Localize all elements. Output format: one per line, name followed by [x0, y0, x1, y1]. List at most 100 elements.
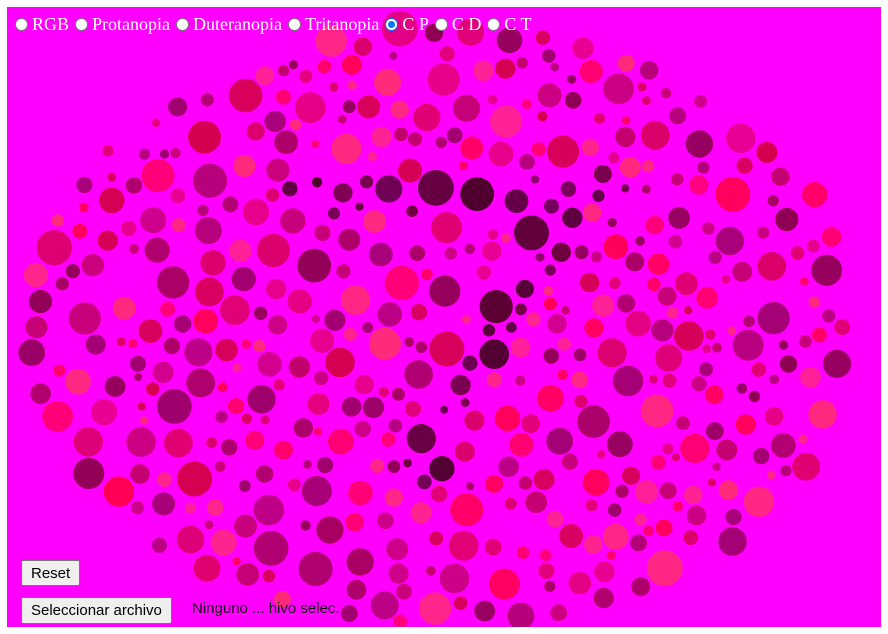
- plate-dot: [256, 233, 290, 267]
- plate-dot: [125, 177, 143, 194]
- figure-dot: [327, 207, 341, 220]
- plate-dot: [130, 501, 145, 515]
- plate-dot: [567, 74, 577, 84]
- plate-dot: [81, 254, 105, 277]
- plate-dot: [771, 433, 796, 458]
- plate-dot: [448, 530, 479, 561]
- image-canvas[interactable]: RGB Protanopia Duteranopia Tritanopia C P C D…: [7, 7, 881, 627]
- plate-dot: [802, 181, 828, 208]
- plate-dot: [310, 328, 335, 353]
- plate-dot: [317, 59, 332, 74]
- mode-option-c-d[interactable]: C D: [434, 14, 481, 34]
- mode-option-c-p[interactable]: C P: [385, 14, 429, 34]
- plate-dot: [311, 140, 320, 149]
- plate-dot: [345, 512, 365, 532]
- plate-dot: [340, 605, 358, 622]
- mode-option-protanopia[interactable]: Protanopia: [75, 14, 170, 34]
- plate-dot: [811, 327, 827, 343]
- radio-button[interactable]: [487, 17, 501, 31]
- figure-dot: [621, 184, 630, 193]
- plate-dot: [715, 177, 751, 212]
- plate-dot: [311, 314, 320, 323]
- mode-option-c-t[interactable]: C T: [487, 14, 532, 34]
- plate-dot: [557, 337, 571, 351]
- plate-dot: [823, 349, 852, 378]
- plate-dot: [53, 364, 66, 377]
- radio-button[interactable]: [385, 17, 399, 31]
- plate-dot: [194, 217, 222, 245]
- plate-dot: [645, 216, 664, 235]
- plate-dot: [140, 207, 167, 234]
- plate-dot: [696, 286, 718, 309]
- plate-dot: [811, 254, 843, 286]
- plate-dot: [99, 187, 125, 214]
- plate-dot: [526, 312, 541, 327]
- mode-option-label: Tritanopia: [304, 14, 380, 34]
- radio-button[interactable]: [15, 17, 28, 31]
- plate-dot: [518, 476, 533, 490]
- plate-dot: [220, 295, 250, 325]
- plate-dot: [246, 122, 265, 141]
- plate-dot: [699, 362, 713, 377]
- mode-option-rgb[interactable]: RGB: [15, 14, 69, 34]
- plate-dot: [55, 277, 69, 291]
- figure-dot: [355, 202, 364, 211]
- reset-button[interactable]: Reset: [21, 560, 81, 586]
- plate-dot: [76, 176, 93, 194]
- plate-dot: [227, 398, 245, 415]
- plate-dot: [112, 296, 136, 320]
- mode-option-label: RGB: [32, 14, 70, 34]
- plate-dot: [341, 397, 362, 417]
- plate-dot: [134, 373, 143, 381]
- plate-dot: [200, 93, 214, 107]
- figure-dot: [562, 207, 583, 228]
- file-select-button[interactable]: Seleccionar archivo: [21, 597, 172, 624]
- plate-dot: [301, 476, 332, 507]
- plate-dot: [799, 335, 812, 348]
- plate-dot: [488, 568, 520, 600]
- plate-dot: [634, 480, 659, 504]
- plate-dot: [164, 428, 193, 458]
- radio-button[interactable]: [434, 17, 448, 31]
- plate-dot: [156, 266, 190, 299]
- radio-button[interactable]: [287, 17, 301, 31]
- plate-dot: [253, 530, 289, 566]
- plate-dot: [274, 440, 293, 460]
- plate-dot: [388, 563, 409, 584]
- plate-dot: [736, 383, 748, 394]
- mode-option-label: Duteranopia: [193, 14, 282, 34]
- plate-dot: [73, 427, 104, 457]
- plate-dot: [317, 457, 334, 474]
- plate-dot: [228, 239, 252, 263]
- plate-dot: [241, 339, 252, 349]
- plate-dot: [421, 268, 433, 281]
- plate-dot: [574, 245, 589, 260]
- radio-button[interactable]: [75, 17, 89, 31]
- plate-dot: [276, 89, 291, 105]
- radio-button[interactable]: [176, 17, 190, 31]
- plate-dot: [367, 151, 377, 162]
- plate-dot: [705, 422, 724, 441]
- mode-option-duteranopia[interactable]: Duteranopia: [176, 14, 282, 34]
- plate-dot: [255, 66, 275, 86]
- mode-option-tritanopia[interactable]: Tritanopia: [287, 14, 380, 34]
- plate-dot: [426, 565, 436, 576]
- plate-dot: [368, 327, 401, 360]
- plate-dot: [697, 161, 710, 174]
- figure-dot: [403, 458, 412, 468]
- plate-dot: [316, 516, 344, 544]
- plate-dot: [672, 501, 683, 512]
- plate-dot: [299, 69, 313, 83]
- figure-dot: [514, 215, 549, 251]
- plate-dot: [684, 306, 693, 315]
- plate-dot: [152, 492, 176, 516]
- plate-dot: [232, 556, 241, 566]
- plate-dot: [487, 229, 499, 240]
- plate-dot: [798, 434, 808, 444]
- plate-dot: [572, 37, 594, 59]
- plate-dot: [546, 510, 564, 528]
- plate-dot: [28, 289, 53, 314]
- plate-dot: [30, 383, 51, 405]
- plate-dot: [314, 224, 331, 241]
- plate-dot: [266, 278, 287, 300]
